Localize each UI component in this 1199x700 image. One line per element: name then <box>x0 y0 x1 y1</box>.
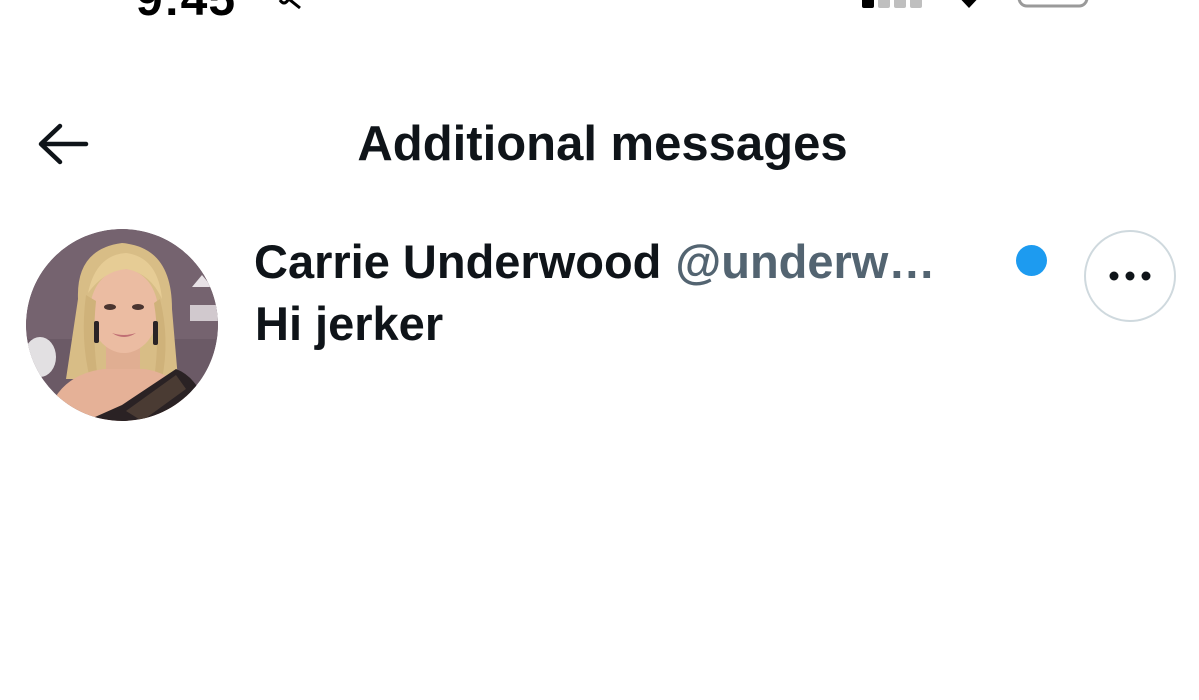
signal-icon <box>862 0 922 8</box>
bell-slash-icon <box>278 0 301 10</box>
battery-icon <box>1017 0 1089 8</box>
unread-indicator <box>1016 245 1047 276</box>
status-time: 9:45 <box>136 0 236 27</box>
message-preview: Hi jerker <box>255 297 444 350</box>
sender-line: Carrie Underwood @underw… <box>254 232 935 290</box>
sender-handle: @underw… <box>675 234 936 288</box>
page-title: Additional messages <box>357 117 848 171</box>
wifi-icon <box>961 0 977 8</box>
more-horizontal-icon <box>1109 271 1151 281</box>
more-options-button[interactable] <box>1084 230 1176 322</box>
avatar[interactable] <box>26 229 218 421</box>
screen: 9:45 Additional messages <box>0 0 1199 700</box>
user-avatar-image <box>26 229 218 421</box>
sender-name: Carrie Underwood <box>254 234 662 288</box>
message-row[interactable]: Carrie Underwood @underw… Hi jerker <box>0 222 1199 432</box>
